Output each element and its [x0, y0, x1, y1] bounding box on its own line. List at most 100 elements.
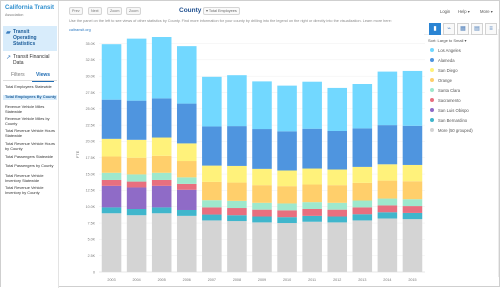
- bar-segment-sacramento[interactable]: [227, 208, 247, 216]
- bar-segment-more-50-grouped-[interactable]: [402, 219, 423, 272]
- bar-segment-santa-clara[interactable]: [151, 172, 172, 180]
- bar-segment-san-diego[interactable]: [227, 165, 247, 183]
- bar-segment-los-angeles[interactable]: [101, 44, 122, 100]
- bar-segment-sacramento[interactable]: [101, 179, 122, 186]
- legend-item[interactable]: Los Angeles: [430, 48, 461, 54]
- legend-item[interactable]: Orange: [430, 78, 452, 84]
- bar-segment-santa-clara[interactable]: [176, 177, 197, 184]
- bar-segment-orange[interactable]: [126, 157, 147, 175]
- bar-segment-san-diego[interactable]: [377, 164, 398, 181]
- metric-item[interactable]: Total Employees Statewide: [5, 84, 55, 90]
- bar-segment-alameda[interactable]: [327, 131, 348, 170]
- bar-segment-san-luis-obispo[interactable]: [176, 189, 197, 210]
- bar-segment-more-50-grouped-[interactable]: [176, 215, 197, 272]
- bar-segment-more-50-grouped-[interactable]: [101, 213, 122, 272]
- bar-segment-san-diego[interactable]: [126, 139, 147, 158]
- tab-views[interactable]: Views: [31, 72, 55, 82]
- bar-segment-san-diego[interactable]: [101, 138, 122, 157]
- right-scrollbar[interactable]: [498, 29, 499, 277]
- bar-segment-santa-clara[interactable]: [377, 198, 398, 206]
- bar-segment-san-luis-obispo[interactable]: [101, 185, 122, 208]
- bar-segment-los-angeles[interactable]: [176, 46, 197, 104]
- bar-segment-san-bernardino[interactable]: [126, 209, 147, 216]
- bar-segment-alameda[interactable]: [202, 126, 222, 166]
- legend-item[interactable]: Santa Clara: [430, 88, 460, 94]
- bar-segment-santa-clara[interactable]: [101, 172, 122, 180]
- bar-segment-santa-clara[interactable]: [402, 199, 423, 207]
- bar-segment-more-50-grouped-[interactable]: [277, 223, 297, 272]
- bar-segment-orange[interactable]: [402, 181, 423, 200]
- bar-segment-sacramento[interactable]: [377, 205, 398, 213]
- bar-segment-alameda[interactable]: [302, 128, 322, 169]
- more-menu[interactable]: More ▾: [480, 9, 493, 14]
- metric-item[interactable]: Revenue Vehicle Miles by County: [5, 116, 55, 126]
- bar-segment-alameda[interactable]: [126, 100, 147, 140]
- legend-item[interactable]: Alameda: [430, 58, 455, 64]
- bar-segment-santa-clara[interactable]: [202, 200, 222, 208]
- zoom-in-button[interactable]: Zoom: [126, 7, 142, 15]
- bar-segment-santa-clara[interactable]: [352, 200, 373, 208]
- bar-segment-san-luis-obispo[interactable]: [126, 187, 147, 210]
- bar-segment-los-angeles[interactable]: [327, 87, 348, 131]
- metric-item[interactable]: Total Revenue Vehicle Inventory by Count…: [5, 185, 55, 195]
- bar-segment-san-diego[interactable]: [202, 165, 222, 182]
- bar-segment-orange[interactable]: [277, 186, 297, 204]
- bar-segment-los-angeles[interactable]: [277, 85, 297, 132]
- bar-segment-orange[interactable]: [252, 185, 272, 203]
- metric-item[interactable]: Total Revenue Vehicle Hours by County: [5, 141, 55, 151]
- tab-filters[interactable]: Filters: [11, 72, 25, 78]
- bar-segment-santa-clara[interactable]: [277, 203, 297, 211]
- bar-segment-san-bernardino[interactable]: [352, 214, 373, 221]
- bar-segment-orange[interactable]: [352, 182, 373, 201]
- bar-segment-los-angeles[interactable]: [227, 75, 247, 127]
- bar-segment-san-diego[interactable]: [352, 166, 373, 183]
- legend-item[interactable]: San Bernardino: [430, 118, 467, 124]
- line-chart-view-button[interactable]: ⌁: [443, 23, 455, 35]
- bar-segment-san-diego[interactable]: [302, 168, 322, 185]
- metric-item[interactable]: Revenue Vehicle Miles Statewide: [5, 104, 55, 114]
- bar-segment-los-angeles[interactable]: [151, 37, 172, 99]
- bar-segment-orange[interactable]: [202, 181, 222, 201]
- menu-button[interactable]: ≡: [485, 23, 497, 35]
- bar-segment-san-bernardino[interactable]: [327, 216, 348, 223]
- metric-item[interactable]: Total Revenue Vehicle Inventory Statewid…: [5, 173, 55, 183]
- login-link[interactable]: Login: [440, 9, 450, 14]
- bar-segment-santa-clara[interactable]: [327, 202, 348, 210]
- legend-item[interactable]: More (50 grouped): [430, 128, 473, 134]
- bar-segment-san-luis-obispo[interactable]: [151, 185, 172, 208]
- bar-segment-sacramento[interactable]: [402, 206, 423, 213]
- legend-item[interactable]: San Luis Obispo: [430, 108, 469, 114]
- bar-segment-san-diego[interactable]: [151, 137, 172, 156]
- bar-segment-santa-clara[interactable]: [126, 174, 147, 182]
- bar-segment-more-50-grouped-[interactable]: [327, 222, 348, 272]
- zoom-out-button[interactable]: Zoom: [107, 7, 123, 15]
- bar-segment-more-50-grouped-[interactable]: [252, 222, 272, 272]
- bar-segment-alameda[interactable]: [277, 131, 297, 171]
- metric-item[interactable]: Total Employees By County: [3, 94, 57, 100]
- bar-segment-orange[interactable]: [327, 185, 348, 203]
- bar-segment-more-50-grouped-[interactable]: [302, 221, 322, 272]
- legend-item[interactable]: San Diego: [430, 68, 458, 74]
- bar-segment-los-angeles[interactable]: [402, 70, 423, 126]
- bar-segment-san-diego[interactable]: [252, 168, 272, 186]
- bar-segment-more-50-grouped-[interactable]: [151, 213, 172, 272]
- bar-segment-los-angeles[interactable]: [126, 38, 147, 101]
- bar-segment-los-angeles[interactable]: [352, 84, 373, 129]
- bar-segment-sacramento[interactable]: [327, 209, 348, 217]
- bar-segment-sacramento[interactable]: [126, 181, 147, 188]
- bar-segment-santa-clara[interactable]: [302, 202, 322, 210]
- metric-item[interactable]: Total Passengers Statewide: [5, 154, 55, 160]
- bar-segment-more-50-grouped-[interactable]: [126, 215, 147, 272]
- bar-segment-more-50-grouped-[interactable]: [227, 221, 247, 272]
- bar-segment-san-bernardino[interactable]: [151, 207, 172, 214]
- bar-segment-san-bernardino[interactable]: [377, 212, 398, 219]
- bar-segment-alameda[interactable]: [377, 125, 398, 165]
- bar-segment-more-50-grouped-[interactable]: [352, 220, 373, 272]
- metric-item[interactable]: Total Passengers by County: [5, 163, 55, 169]
- bar-segment-san-bernardino[interactable]: [202, 214, 222, 221]
- bar-segment-los-angeles[interactable]: [377, 71, 398, 126]
- bar-segment-sacramento[interactable]: [252, 209, 272, 217]
- bar-segment-san-bernardino[interactable]: [302, 215, 322, 222]
- bar-segment-santa-clara[interactable]: [227, 200, 247, 209]
- bar-segment-sacramento[interactable]: [277, 210, 297, 218]
